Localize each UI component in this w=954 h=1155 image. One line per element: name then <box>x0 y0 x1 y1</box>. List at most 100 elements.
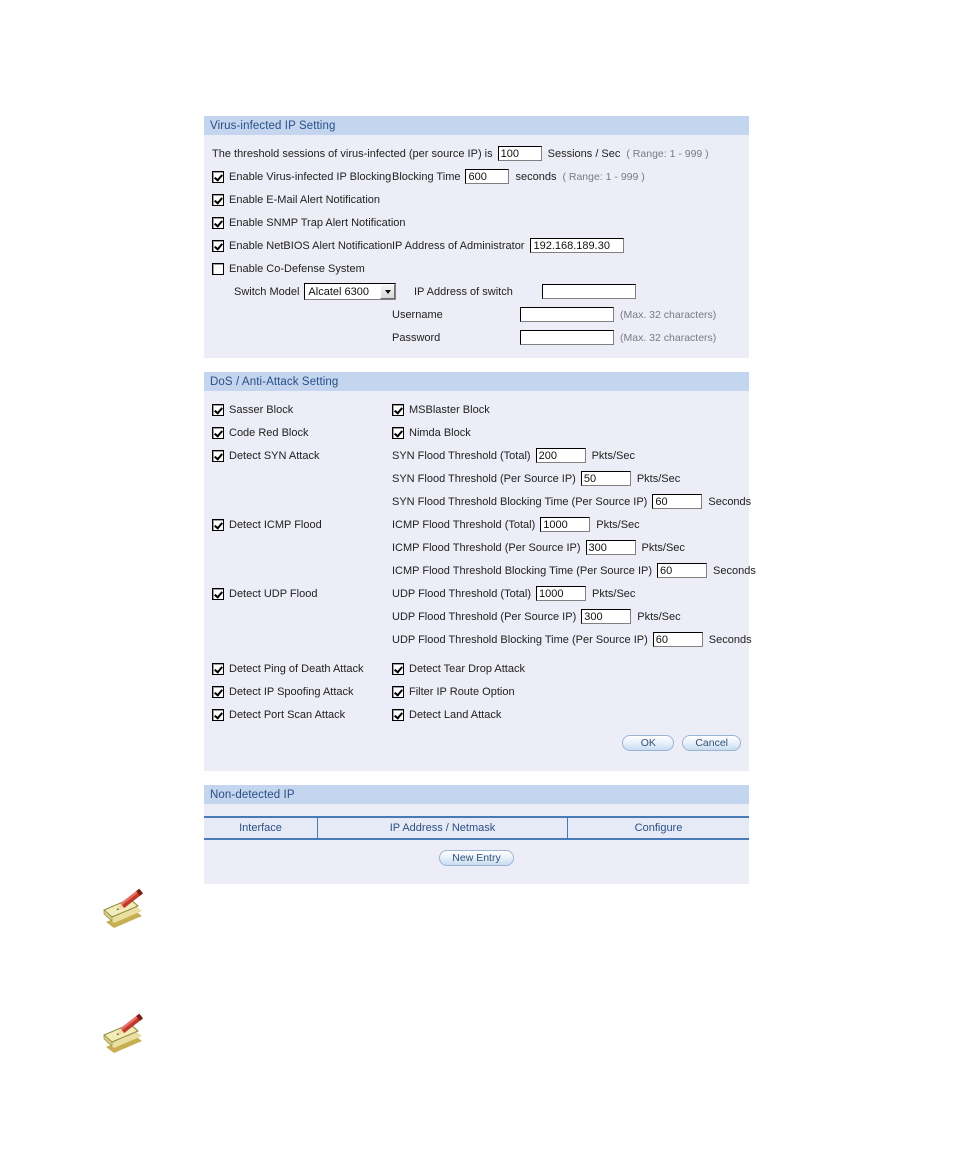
blocking-time-range: ( Range: 1 - 999 ) <box>562 170 645 183</box>
sasser-block-cell[interactable]: Sasser Block <box>212 403 392 416</box>
udp-flood-row: Detect UDP Flood UDP Flood Threshold (To… <box>204 583 749 604</box>
enable-email-alert-row[interactable]: Enable E-Mail Alert Notification <box>204 189 749 210</box>
dos-section-body: Sasser Block MSBlaster Block Code Red Bl… <box>204 391 756 771</box>
switch-model-cell: Switch Model Alcatel 6300 <box>212 283 414 300</box>
switch-password-input[interactable] <box>520 330 614 345</box>
nimda-block-label: Nimda Block <box>409 426 471 439</box>
detect-udp-flood-cell[interactable]: Detect UDP Flood <box>212 587 392 600</box>
switch-password-row: Password (Max. 32 characters) <box>204 327 749 348</box>
detect-syn-attack-checkbox[interactable] <box>212 449 224 462</box>
switch-username-input[interactable] <box>520 307 614 322</box>
udp-total-label: UDP Flood Threshold (Total) <box>392 587 531 600</box>
dos-action-buttons: OK Cancel <box>204 735 749 751</box>
syn-blocking-time-input[interactable] <box>652 494 703 509</box>
icmp-total-unit: Pkts/Sec <box>596 518 640 531</box>
detect-port-scan-checkbox[interactable] <box>212 708 224 721</box>
switch-model-select[interactable]: Alcatel 6300 <box>304 283 397 300</box>
switch-username-hint: (Max. 32 characters) <box>620 308 717 321</box>
udp-per-source-unit: Pkts/Sec <box>637 610 681 623</box>
enable-virus-blocking-label: Enable Virus-infected IP Blocking <box>229 170 392 183</box>
detect-udp-flood-checkbox[interactable] <box>212 587 224 600</box>
udp-total-unit: Pkts/Sec <box>592 587 636 600</box>
enable-email-alert-checkbox[interactable] <box>212 193 224 206</box>
switch-username-row: Username (Max. 32 characters) <box>204 304 749 325</box>
detect-syn-attack-label: Detect SYN Attack <box>229 449 320 462</box>
column-header-configure: Configure <box>634 822 683 834</box>
enable-virus-blocking-checkbox[interactable] <box>212 170 224 183</box>
switch-ip-input[interactable] <box>542 284 636 299</box>
detect-ip-spoofing-label: Detect IP Spoofing Attack <box>229 685 354 698</box>
syn-per-source-row: SYN Flood Threshold (Per Source IP) Pkts… <box>204 468 749 489</box>
icmp-blocking-time-row: ICMP Flood Threshold Blocking Time (Per … <box>204 560 756 581</box>
codered-nimda-row: Code Red Block Nimda Block <box>204 422 749 443</box>
detect-icmp-flood-label: Detect ICMP Flood <box>229 518 322 531</box>
blocking-time-input[interactable] <box>465 169 510 184</box>
cancel-button[interactable]: Cancel <box>682 735 741 751</box>
detect-ping-of-death-checkbox[interactable] <box>212 662 224 675</box>
ok-button[interactable]: OK <box>622 735 675 751</box>
udp-blocking-time-row: UDP Flood Threshold Blocking Time (Per S… <box>204 629 752 650</box>
detect-tear-drop-label: Detect Tear Drop Attack <box>409 662 525 675</box>
detect-tear-drop-checkbox[interactable] <box>392 662 404 675</box>
switch-model-label: Switch Model <box>234 285 300 298</box>
syn-per-source-input[interactable] <box>580 471 631 486</box>
detect-ip-spoofing-checkbox[interactable] <box>212 685 224 698</box>
column-header-ip-netmask: IP Address / Netmask <box>318 818 568 838</box>
enable-virus-blocking-cell[interactable]: Enable Virus-infected IP Blocking <box>212 170 392 183</box>
detect-icmp-flood-checkbox[interactable] <box>212 518 224 531</box>
chevron-down-icon[interactable] <box>380 284 396 299</box>
note-pencil-icon-2 <box>98 1011 150 1059</box>
blocking-time-label: Blocking Time <box>392 170 461 183</box>
enable-codefense-row[interactable]: Enable Co-Defense System <box>204 258 749 279</box>
enable-snmp-alert-checkbox[interactable] <box>212 216 224 229</box>
new-entry-button[interactable]: New Entry <box>439 850 514 866</box>
switch-password-label: Password <box>392 331 441 344</box>
msblaster-block-checkbox[interactable] <box>392 403 404 416</box>
column-header-interface: Interface <box>204 818 318 838</box>
codered-block-cell[interactable]: Code Red Block <box>212 426 392 439</box>
detect-port-scan-label: Detect Port Scan Attack <box>229 708 346 721</box>
codered-block-checkbox[interactable] <box>212 426 224 439</box>
syn-total-input[interactable] <box>535 448 586 463</box>
detect-ip-spoofing-cell[interactable]: Detect IP Spoofing Attack <box>212 685 392 698</box>
nimda-block-checkbox[interactable] <box>392 426 404 439</box>
filter-ip-route-option-label: Filter IP Route Option <box>409 685 515 698</box>
syn-blocking-time-unit: Seconds <box>708 495 752 508</box>
threshold-sessions-input[interactable] <box>497 146 542 161</box>
enable-netbios-alert-label: Enable NetBIOS Alert Notification <box>229 239 393 252</box>
udp-per-source-input[interactable] <box>581 609 632 624</box>
enable-snmp-alert-row[interactable]: Enable SNMP Trap Alert Notification <box>204 212 749 233</box>
icmp-per-source-input[interactable] <box>585 540 636 555</box>
enable-codefense-label: Enable Co-Defense System <box>229 262 365 275</box>
icmp-total-label: ICMP Flood Threshold (Total) <box>392 518 536 531</box>
filter-ip-route-option-checkbox[interactable] <box>392 685 404 698</box>
switch-model-value: Alcatel 6300 <box>308 285 369 298</box>
syn-blocking-time-row: SYN Flood Threshold Blocking Time (Per S… <box>204 491 752 512</box>
blocking-time-unit: seconds <box>515 170 557 183</box>
threshold-sessions-unit: Sessions / Sec <box>547 147 621 160</box>
detect-land-attack-checkbox[interactable] <box>392 708 404 721</box>
icmp-blocking-time-input[interactable] <box>657 563 708 578</box>
icmp-per-source-label: ICMP Flood Threshold (Per Source IP) <box>392 541 581 554</box>
detect-ping-death-cell[interactable]: Detect Ping of Death Attack <box>212 662 392 675</box>
icmp-per-source-unit: Pkts/Sec <box>641 541 685 554</box>
detect-icmp-flood-cell[interactable]: Detect ICMP Flood <box>212 518 392 531</box>
non-detected-section-body: Interface IP Address / Netmask Configure… <box>204 816 749 884</box>
syn-total-unit: Pkts/Sec <box>591 449 635 462</box>
icmp-total-input[interactable] <box>540 517 591 532</box>
virus-infected-ip-section: Virus-infected IP Setting The threshold … <box>204 116 749 358</box>
enable-codefense-checkbox[interactable] <box>212 262 224 275</box>
enable-virus-blocking-row: Enable Virus-infected IP Blocking Blocki… <box>204 166 749 187</box>
ping-death-teardrop-row: Detect Ping of Death Attack Detect Tear … <box>204 658 749 679</box>
udp-blocking-time-label: UDP Flood Threshold Blocking Time (Per S… <box>392 633 648 646</box>
enable-netbios-alert-checkbox[interactable] <box>212 239 224 252</box>
admin-ip-input[interactable] <box>530 238 625 253</box>
enable-snmp-alert-label: Enable SNMP Trap Alert Notification <box>229 216 406 229</box>
detect-syn-attack-cell[interactable]: Detect SYN Attack <box>212 449 392 462</box>
udp-total-input[interactable] <box>536 586 586 601</box>
udp-blocking-time-input[interactable] <box>652 632 703 647</box>
switch-ip-label: IP Address of switch <box>414 285 513 298</box>
enable-netbios-alert-cell[interactable]: Enable NetBIOS Alert Notification <box>212 239 393 252</box>
sasser-block-checkbox[interactable] <box>212 403 224 416</box>
detect-port-scan-cell[interactable]: Detect Port Scan Attack <box>212 708 392 721</box>
